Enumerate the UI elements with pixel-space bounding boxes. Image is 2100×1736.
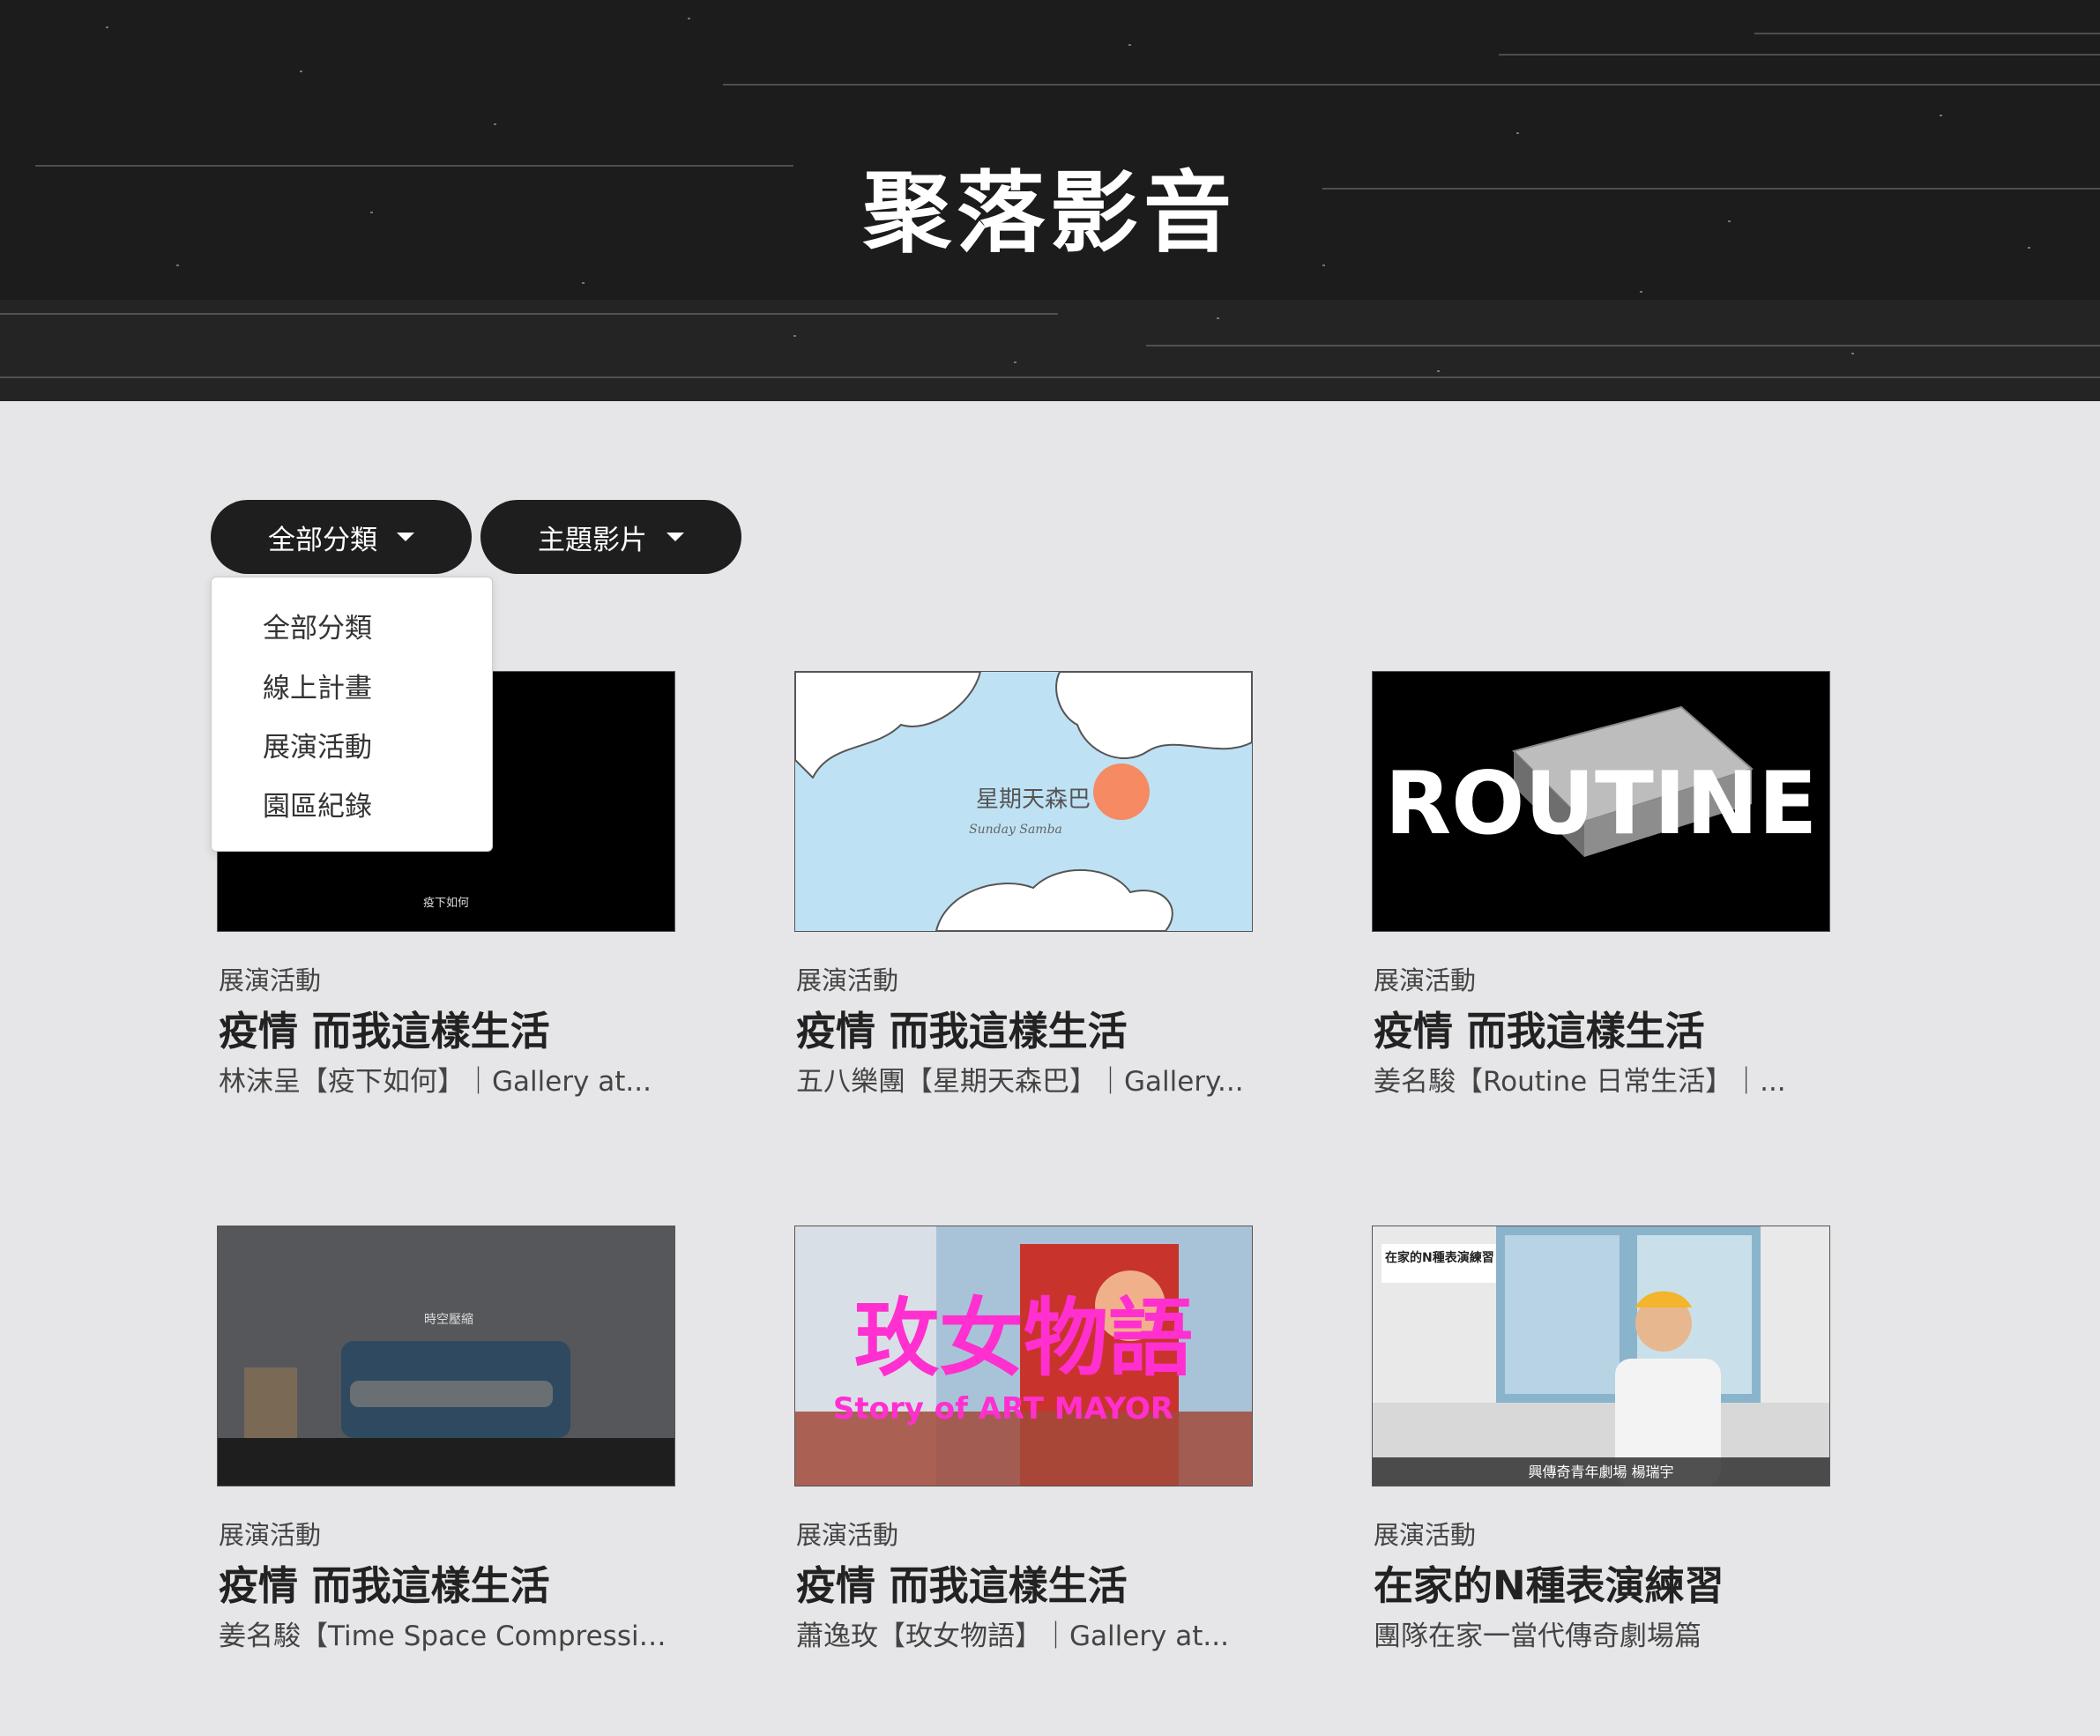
category-filter-button[interactable]: 全部分類	[211, 500, 472, 574]
card-description: 團隊在家一當代傳奇劇場篇	[1374, 1621, 1702, 1652]
card-description: 五八樂團【星期天森巴】｜Gallery...	[796, 1066, 1244, 1098]
hero-banner: 聚落影音	[0, 0, 2100, 401]
video-thumbnail[interactable]: 玫女物語 Story of ART MAYOR	[794, 1226, 1253, 1486]
svg-text:ROUTINE: ROUTINE	[1385, 754, 1818, 854]
category-dropdown-menu: 全部分類 線上計畫 展演活動 園區紀錄	[211, 577, 493, 852]
svg-text:Story of ART MAYOR: Story of ART MAYOR	[833, 1391, 1173, 1427]
page-title: 聚落影音	[863, 161, 1237, 264]
svg-text:時空壓縮: 時空壓縮	[424, 1313, 473, 1327]
card-category: 展演活動	[796, 965, 899, 995]
card-title[interactable]: 在家的N種表演練習	[1374, 1553, 1724, 1611]
card-description: 姜名駿【Time Space Compression...	[219, 1621, 677, 1652]
video-thumbnail[interactable]: 在家的N種表演練習 興傳奇青年劇場 楊瑞宇	[1372, 1226, 1830, 1486]
caret-down-icon	[666, 533, 684, 541]
card-category: 展演活動	[796, 1520, 899, 1550]
video-thumbnail[interactable]: ROUTINE	[1372, 671, 1830, 932]
dropdown-item-online[interactable]: 線上計畫	[263, 666, 372, 705]
svg-text:Sunday Samba: Sunday Samba	[969, 823, 1062, 837]
dropdown-item-all[interactable]: 全部分類	[263, 606, 372, 645]
card-description: 姜名駿【Routine 日常生活】｜...	[1374, 1066, 1786, 1098]
card-category: 展演活動	[219, 1520, 322, 1550]
card-title[interactable]: 疫情 而我這樣生活	[1374, 999, 1705, 1056]
card-title[interactable]: 疫情 而我這樣生活	[796, 999, 1128, 1056]
video-thumbnail[interactable]: 時空壓縮	[217, 1226, 675, 1486]
video-thumbnail[interactable]: 星期天森巴 Sunday Samba	[794, 671, 1253, 932]
card-description: 林沫呈【疫下如何】｜Gallery at...	[219, 1066, 652, 1098]
card-title[interactable]: 疫情 而我這樣生活	[796, 1553, 1128, 1611]
caret-down-icon	[397, 533, 414, 541]
card-description: 蕭逸玫【玫女物語】｜Gallery at...	[796, 1621, 1229, 1652]
svg-text:在家的N種表演練習: 在家的N種表演練習	[1385, 1250, 1494, 1265]
card-title[interactable]: 疫情 而我這樣生活	[219, 999, 550, 1056]
svg-text:興傳奇青年劇場 楊瑞宇: 興傳奇青年劇場 楊瑞宇	[1528, 1464, 1673, 1480]
dropdown-item-records[interactable]: 園區紀錄	[263, 784, 372, 823]
card-category: 展演活動	[1374, 1520, 1477, 1550]
theme-filter-button[interactable]: 主題影片	[480, 500, 741, 574]
card-category: 展演活動	[219, 965, 322, 995]
svg-text:玫女物語: 玫女物語	[854, 1289, 1193, 1388]
category-filter-label: 全部分類	[268, 524, 377, 556]
svg-text:疫下如何: 疫下如何	[423, 896, 469, 910]
dropdown-item-performance[interactable]: 展演活動	[263, 725, 372, 764]
svg-text:星期天森巴: 星期天森巴	[976, 786, 1091, 813]
card-category: 展演活動	[1374, 965, 1477, 995]
card-title[interactable]: 疫情 而我這樣生活	[219, 1553, 550, 1611]
theme-filter-label: 主題影片	[538, 524, 647, 556]
